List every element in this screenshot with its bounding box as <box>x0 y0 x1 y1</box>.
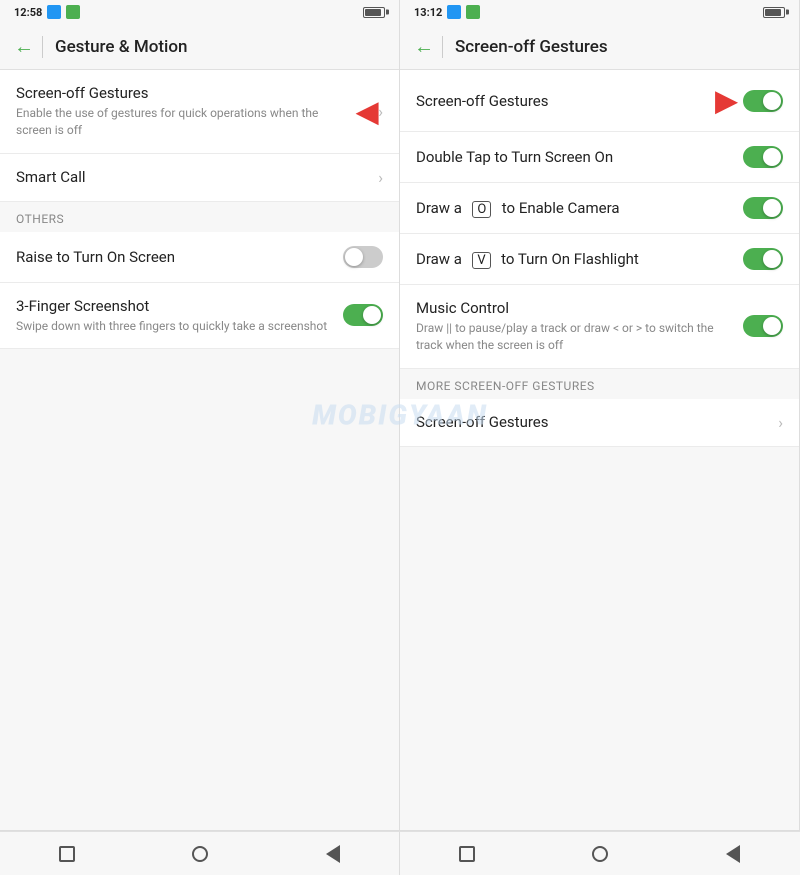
left-item-smart-call[interactable]: Smart Call › <box>0 154 399 202</box>
right-item-title-5: Music Control <box>416 299 743 317</box>
right-nav-bar <box>400 831 800 875</box>
left-phone: 12:58 ← Gesture & Motion Screen-off Gest… <box>0 0 400 830</box>
left-status-bar: 12:58 <box>0 0 399 24</box>
left-back-arrow[interactable]: ← <box>14 34 34 59</box>
left-chevron-1: › <box>378 102 383 121</box>
right-item-title-1: Screen-off Gestures <box>416 92 707 110</box>
right-toggle-double-tap[interactable] <box>743 146 783 168</box>
right-draw-o-text: Draw a O to Enable Camera <box>416 199 743 218</box>
left-nav-square-icon <box>59 846 75 862</box>
right-time: 13:12 <box>414 6 442 19</box>
right-toggle-knob-4 <box>763 250 781 268</box>
right-status-left: 13:12 <box>414 5 480 19</box>
nav-bars <box>0 830 800 874</box>
right-status-right <box>763 7 785 18</box>
right-item-draw-v[interactable]: Draw a V to Turn On Flashlight <box>400 234 799 285</box>
left-status-icon-green <box>66 5 80 19</box>
right-toggle-draw-o[interactable] <box>743 197 783 219</box>
right-battery-icon <box>763 7 785 18</box>
right-item-title-2: Double Tap to Turn Screen On <box>416 148 743 166</box>
left-status-left: 12:58 <box>14 5 80 19</box>
right-toggle-knob-2 <box>763 148 781 166</box>
left-item-title-4: 3-Finger Screenshot <box>16 297 343 315</box>
left-time: 12:58 <box>14 6 42 19</box>
left-battery-icon <box>363 7 385 18</box>
right-toggle-knob-1 <box>763 92 781 110</box>
right-item-more-gestures[interactable]: Screen-off Gestures › <box>400 399 799 447</box>
left-red-arrow: ◀ <box>357 95 379 128</box>
right-status-icon-blue <box>447 5 461 19</box>
right-nav-triangle-icon <box>726 845 740 863</box>
right-item-double-tap[interactable]: Double Tap to Turn Screen On <box>400 132 799 183</box>
right-back-arrow[interactable]: ← <box>414 34 434 59</box>
right-item-music-control[interactable]: Music Control Draw || to pause/play a tr… <box>400 285 799 369</box>
left-toolbar-title: Gesture & Motion <box>55 37 187 57</box>
right-phone: 13:12 ← Screen-off Gestures Screen-off G… <box>400 0 800 830</box>
left-toggle-3finger[interactable] <box>343 304 383 326</box>
left-status-right <box>363 7 385 18</box>
right-item-title-6: Screen-off Gestures <box>416 413 778 431</box>
left-nav-circle[interactable] <box>188 842 212 866</box>
right-chevron-1: › <box>778 413 783 432</box>
left-battery-fill <box>365 9 381 16</box>
left-item-title-3: Raise to Turn On Screen <box>16 248 343 266</box>
right-toggle-screen-off[interactable] <box>743 90 783 112</box>
right-item-subtitle-5: Draw || to pause/play a track or draw < … <box>416 320 743 354</box>
right-status-bar: 13:12 <box>400 0 799 24</box>
right-draw-o-letter: O <box>472 201 491 218</box>
right-section-label: MORE SCREEN-OFF GESTURES <box>400 369 799 399</box>
right-toggle-draw-v[interactable] <box>743 248 783 270</box>
left-item-subtitle-1: Enable the use of gestures for quick ope… <box>16 105 349 139</box>
left-nav-back[interactable] <box>321 842 345 866</box>
right-nav-square[interactable] <box>455 842 479 866</box>
left-chevron-2: › <box>378 168 383 187</box>
right-red-arrow: ▶ <box>715 84 737 117</box>
right-item-draw-o[interactable]: Draw a O to Enable Camera <box>400 183 799 234</box>
right-toolbar-title: Screen-off Gestures <box>455 37 608 57</box>
right-nav-back[interactable] <box>721 842 745 866</box>
left-nav-bar <box>0 831 400 875</box>
right-draw-v-letter: V <box>472 252 490 269</box>
left-item-screen-off-gestures[interactable]: Screen-off Gestures Enable the use of ge… <box>0 70 399 154</box>
right-settings-list: Screen-off Gestures ▶ Double Tap to Turn… <box>400 70 799 830</box>
right-toolbar: ← Screen-off Gestures <box>400 24 799 70</box>
right-nav-circle[interactable] <box>588 842 612 866</box>
right-draw-v-text: Draw a V to Turn On Flashlight <box>416 250 743 269</box>
left-section-label: OTHERS <box>0 202 399 232</box>
right-toggle-music[interactable] <box>743 315 783 337</box>
left-toolbar-divider <box>42 36 43 58</box>
right-toggle-knob-5 <box>763 317 781 335</box>
right-toolbar-divider <box>442 36 443 58</box>
left-toggle-raise[interactable] <box>343 246 383 268</box>
left-item-raise-to-turn-on[interactable]: Raise to Turn On Screen <box>0 232 399 283</box>
left-toggle-knob-3finger <box>363 306 381 324</box>
left-nav-triangle-icon <box>326 845 340 863</box>
left-toggle-knob-raise <box>345 248 363 266</box>
left-item-title-1: Screen-off Gestures <box>16 84 349 102</box>
left-item-subtitle-4: Swipe down with three fingers to quickly… <box>16 318 343 335</box>
left-item-3finger[interactable]: 3-Finger Screenshot Swipe down with thre… <box>0 283 399 350</box>
left-toolbar: ← Gesture & Motion <box>0 24 399 70</box>
right-battery-fill <box>765 9 781 16</box>
right-item-screen-off[interactable]: Screen-off Gestures ▶ <box>400 70 799 132</box>
left-nav-circle-icon <box>192 846 208 862</box>
left-item-title-2: Smart Call <box>16 168 378 186</box>
right-nav-square-icon <box>459 846 475 862</box>
left-status-icon-blue <box>47 5 61 19</box>
right-nav-circle-icon <box>592 846 608 862</box>
right-toggle-knob-3 <box>763 199 781 217</box>
left-settings-list: Screen-off Gestures Enable the use of ge… <box>0 70 399 830</box>
right-status-icon-green <box>466 5 480 19</box>
left-nav-square[interactable] <box>55 842 79 866</box>
